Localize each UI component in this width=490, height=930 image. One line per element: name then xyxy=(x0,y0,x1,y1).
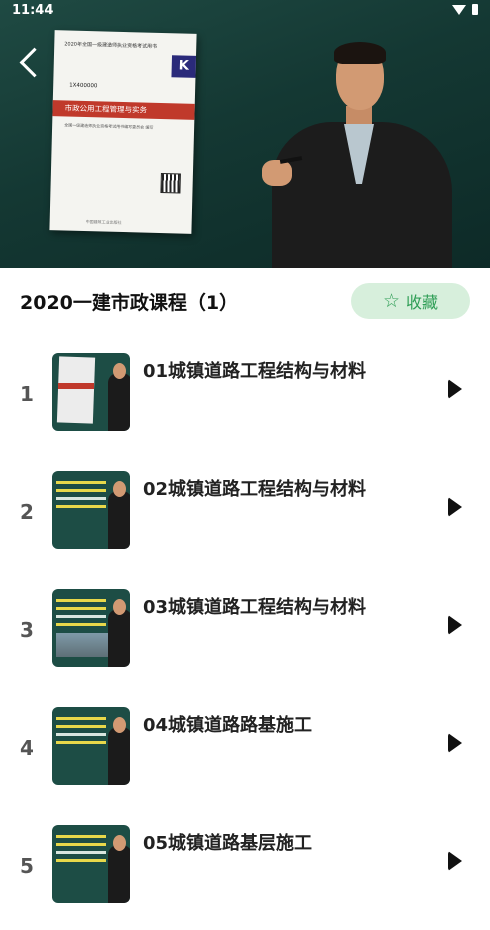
lesson-title: 01城镇道路工程结构与材料 xyxy=(143,361,367,382)
lesson-item[interactable]: 4 04城镇道路路基施工 xyxy=(0,694,490,812)
lesson-thumbnail xyxy=(52,707,130,785)
course-title: 2020一建市政课程（1） xyxy=(20,292,239,314)
book-subtitle: 全国一级建造师执业资格考试用书编写委员会 编写 xyxy=(64,122,154,130)
book-badge: K xyxy=(171,55,197,78)
star-outline-icon: ☆ xyxy=(382,289,401,312)
book-title: 市政公用工程管理与实务 xyxy=(52,100,195,120)
play-icon[interactable] xyxy=(448,497,462,517)
favorite-label: 收藏 xyxy=(406,293,439,312)
play-icon[interactable] xyxy=(448,851,462,871)
lesson-item[interactable]: 2 02城镇道路工程结构与材料 xyxy=(0,458,490,576)
wifi-icon xyxy=(452,4,466,15)
video-player[interactable]: 11:44 2020年全国一级建造师执业资格考试用书 K 1X400000 市政… xyxy=(0,0,490,268)
lesson-title: 04城镇道路路基施工 xyxy=(143,715,313,736)
lesson-item[interactable]: 3 03城镇道路工程结构与材料 xyxy=(0,576,490,694)
book-cover-image: 2020年全国一级建造师执业资格考试用书 K 1X400000 市政公用工程管理… xyxy=(49,30,197,234)
lesson-index: 4 xyxy=(20,736,34,760)
play-icon[interactable] xyxy=(448,733,462,753)
lesson-item[interactable]: 1 01城镇道路工程结构与材料 xyxy=(0,340,490,458)
status-time: 11:44 xyxy=(12,3,54,18)
play-icon[interactable] xyxy=(448,615,462,635)
back-arrow-icon[interactable] xyxy=(14,44,44,84)
lesson-thumbnail xyxy=(52,353,130,431)
play-icon[interactable] xyxy=(448,379,462,399)
book-code: 1X400000 xyxy=(69,82,98,90)
lesson-index: 5 xyxy=(20,854,34,878)
favorite-button[interactable]: ☆ 收藏 xyxy=(351,283,470,319)
book-header: 2020年全国一级建造师执业资格考试用书 xyxy=(64,41,158,50)
lesson-index: 1 xyxy=(20,382,34,406)
qr-code-icon xyxy=(160,173,181,194)
lecturer-figure xyxy=(262,40,452,268)
lesson-item[interactable]: 5 05城镇道路基层施工 xyxy=(0,812,490,930)
status-bar: 11:44 xyxy=(0,0,490,24)
lesson-title: 05城镇道路基层施工 xyxy=(143,833,313,854)
lesson-title: 02城镇道路工程结构与材料 xyxy=(143,479,367,500)
lesson-thumbnail xyxy=(52,589,130,667)
battery-icon xyxy=(472,4,478,15)
lesson-thumbnail xyxy=(52,471,130,549)
lesson-index: 3 xyxy=(20,618,34,642)
lesson-index: 2 xyxy=(20,500,34,524)
book-publisher: 中国建筑工业出版社 xyxy=(85,219,122,225)
lesson-thumbnail xyxy=(52,825,130,903)
lesson-title: 03城镇道路工程结构与材料 xyxy=(143,597,367,618)
